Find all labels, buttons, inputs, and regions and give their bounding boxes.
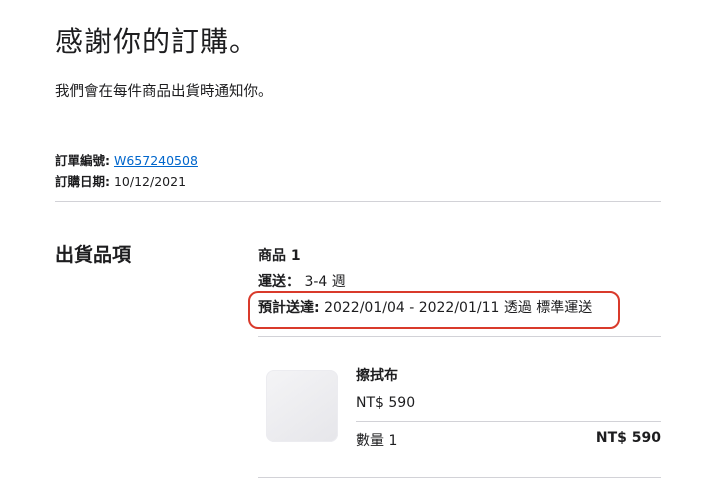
page-subtitle: 我們會在每件商品出貨時通知你。 (55, 84, 273, 100)
shipping-label: 運送： (258, 274, 300, 290)
shipment-heading: 商品 1 (258, 248, 301, 264)
product-quantity: 數量 1 (356, 433, 398, 449)
product-name: 擦拭布 (356, 368, 398, 384)
order-date-row: 訂購日期: 10/12/2021 (55, 171, 198, 192)
line-total: NT$ 590 (595, 430, 661, 446)
delivery-highlight-annotation (248, 291, 620, 329)
section-title: 出貨品項 (55, 244, 132, 266)
order-date-value: 10/12/2021 (113, 174, 187, 189)
order-number-row: 訂單編號: W657240508 (55, 150, 198, 171)
order-meta: 訂單編號: W657240508 訂購日期: 10/12/2021 (55, 150, 198, 192)
polishing-cloth-image (266, 370, 338, 442)
divider (258, 336, 661, 337)
order-date-label: 訂購日期: (55, 174, 110, 189)
divider (55, 201, 661, 202)
order-confirmation-page: 感謝你的訂購。 我們會在每件商品出貨時通知你。 訂單編號: W657240508… (0, 0, 720, 501)
divider (356, 421, 661, 422)
shipping-value: 3-4 週 (304, 274, 346, 290)
order-number-label: 訂單編號: (55, 153, 110, 168)
product-price: NT$ 590 (356, 395, 416, 411)
divider (258, 477, 661, 478)
order-number-link[interactable]: W657240508 (114, 153, 198, 168)
page-title: 感謝你的訂購。 (55, 25, 259, 58)
